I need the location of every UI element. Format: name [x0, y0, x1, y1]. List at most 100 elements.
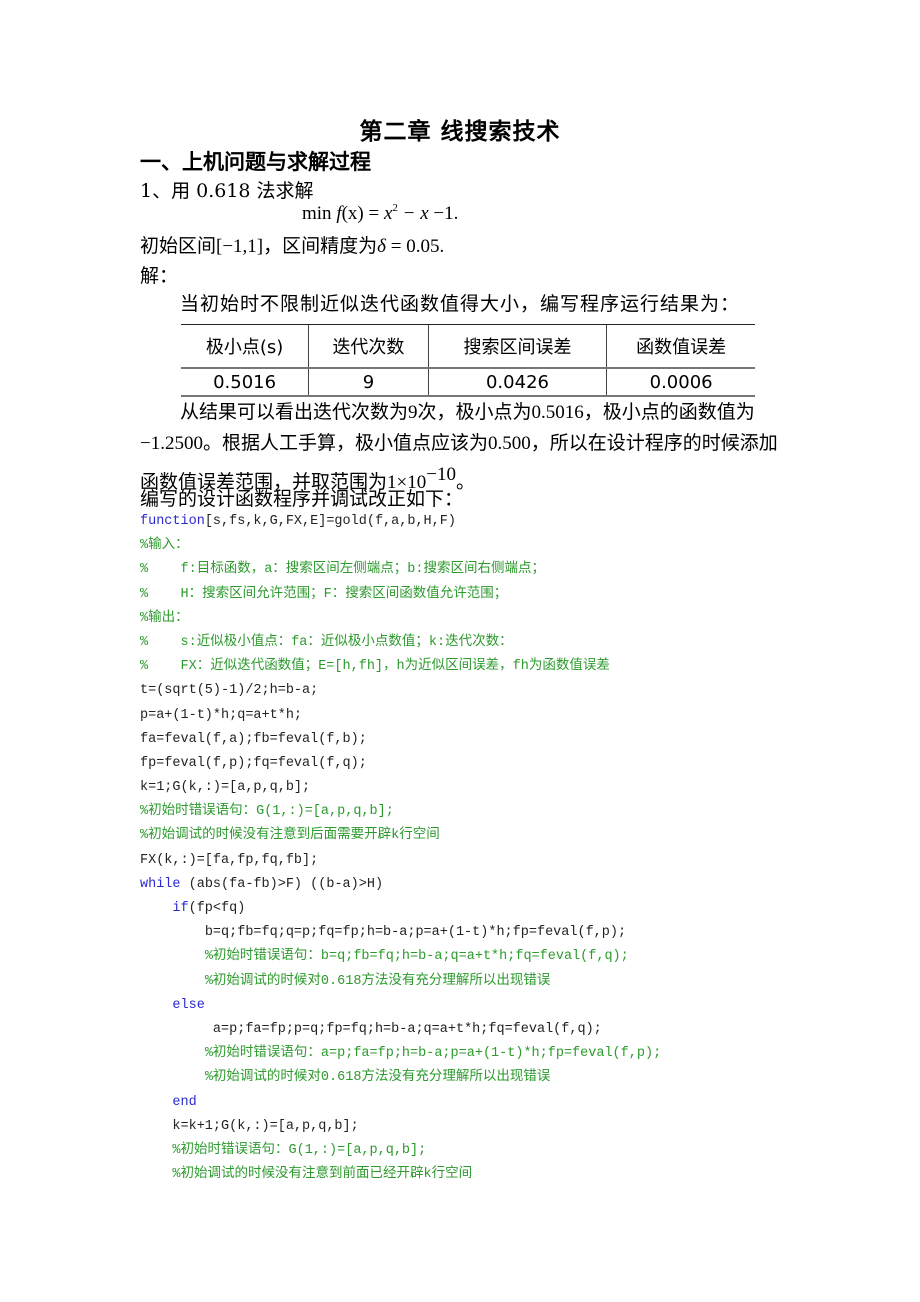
code-line: function[s,fs,k,G,FX,E]=gold(f,a,b,H,F): [140, 510, 661, 534]
precision-label: ，区间精度为: [263, 235, 378, 257]
code-text: t=(sqrt(5)-1)/2;h=b-a;: [140, 683, 319, 699]
code-line: %初始时错误语句：a=p;fa=fp;h=b-a;p=a+(1-t)*h;fp=…: [140, 1042, 661, 1066]
code-keyword: end: [172, 1094, 197, 1110]
code-comment: %输入：: [140, 538, 189, 554]
code-text: [s,fs,k,G,FX,E]=gold(f,a,b,H,F): [204, 514, 456, 529]
interval-value: [−1,1]: [216, 236, 264, 257]
section-heading: 一、上机问题与求解过程: [140, 150, 371, 174]
code-comment: %初始时错误语句：G(1,:)=[a,p,q,b];: [172, 1142, 427, 1158]
header-interval-error: 搜索区间误差: [427, 324, 607, 369]
code-comment: %初始调试的时候对0.618方法没有充分理解所以出现错误: [204, 1070, 551, 1086]
analysis-tolerance-exponent: −10: [426, 464, 456, 485]
code-line: if(fp<fq): [140, 897, 661, 921]
interval-line: 初始区间[−1,1]，区间精度为δ = 0.05.: [140, 231, 444, 258]
header-iterations: 迭代次数: [308, 324, 429, 369]
table-header-row: 极小点(s) 迭代次数 搜索区间误差 函数值误差: [181, 324, 755, 369]
table-row: 0.5016 9 0.0426 0.0006: [181, 368, 755, 397]
code-text: FX(k,:)=[fa,fp,fq,fb];: [140, 852, 319, 868]
analysis-paragraph: 从结果可以看出迭代次数为9次，极小点为0.5016，极小点的函数值为 −1.250…: [140, 397, 780, 498]
code-line: % FX：近似迭代函数值；E=[h,fh]，h为近似区间误差，fh为函数值误差: [140, 655, 661, 679]
solution-label: 解：: [140, 265, 179, 287]
formula-min: min: [302, 203, 337, 224]
document-page: 第二章 线搜索技术 一、上机问题与求解过程 1、用 0.618 法求解 min …: [0, 0, 920, 1302]
code-text: a=p;fa=fp;p=q;fp=fq;h=b-a;q=a+t*h;fq=fev…: [212, 1021, 602, 1037]
analysis-iterations: 9: [408, 402, 418, 423]
code-text: k=1;G(k,:)=[a,p,q,b];: [140, 780, 311, 796]
code-text: (fp<fq): [188, 901, 246, 916]
header-function-error: 函数值误差: [606, 324, 755, 369]
code-comment: %初始时错误语句：G(1,:)=[a,p,q,b];: [140, 804, 394, 820]
code-comment: % f:目标函数，a：搜索区间左侧端点；b:搜索区间右侧端点；: [140, 562, 546, 578]
code-line: b=q;fb=fq;q=p;fq=fp;h=b-a;p=a+(1-t)*h;fp…: [140, 921, 661, 945]
code-line: t=(sqrt(5)-1)/2;h=b-a;: [140, 679, 661, 703]
code-line: %初始调试的时候对0.618方法没有充分理解所以出现错误: [140, 1066, 661, 1090]
code-comment: % s:近似极小值点：fa：近似极小点数值；k:迭代次数：: [140, 634, 513, 650]
code-line: %初始调试的时候对0.618方法没有充分理解所以出现错误: [140, 970, 661, 994]
code-block: function[s,fs,k,G,FX,E]=gold(f,a,b,H,F)%…: [140, 510, 661, 1187]
code-comment: %初始调试的时候没有注意到后面需要开辟k行空间: [140, 828, 440, 844]
code-comment: %初始时错误语句：b=q;fb=fq;h=b-a;q=a+t*h;fq=feva…: [204, 949, 629, 965]
code-line: k=k+1;G(k,:)=[a,p,q,b];: [140, 1115, 661, 1139]
code-keyword: while: [140, 876, 181, 892]
analysis-manual-value: 0.500: [487, 433, 531, 454]
code-text: fp=feval(f,p);fq=feval(f,q);: [140, 755, 367, 771]
analysis-text: 。根据人工手算，极小值点应该为: [202, 432, 488, 454]
code-comment: %输出：: [140, 610, 189, 626]
analysis-text: ，极小点的函数值为: [583, 401, 755, 423]
code-comment: % FX：近似迭代函数值；E=[h,fh]，h为近似区间误差，fh为函数值误差: [140, 659, 610, 675]
cell-iterations: 9: [308, 368, 429, 397]
code-line: else: [140, 994, 661, 1018]
formula-arg: (x) =: [341, 203, 384, 224]
formula-constant: −1.: [428, 203, 459, 224]
interval-label: 初始区间: [140, 235, 217, 257]
code-intro: 编写的设计函数程序并调试改正如下：: [140, 488, 464, 510]
code-line: end: [140, 1091, 661, 1115]
code-text: (abs(fa-fb)>F) ((b-a)>H): [180, 876, 384, 892]
code-text: k=k+1;G(k,:)=[a,p,q,b];: [172, 1118, 359, 1134]
code-line: k=1;G(k,:)=[a,p,q,b];: [140, 776, 661, 800]
code-line: FX(k,:)=[fa,fp,fq,fb];: [140, 849, 661, 873]
code-text: fa=feval(f,a);fb=feval(f,b);: [140, 731, 367, 747]
code-line: %输出：: [140, 607, 661, 631]
code-comment: %初始调试的时候对0.618方法没有充分理解所以出现错误: [204, 973, 551, 989]
cell-interval-error: 0.0426: [427, 368, 607, 397]
header-min-point: 极小点(s): [181, 324, 309, 369]
code-text: p=a+(1-t)*h;q=a+t*h;: [140, 707, 303, 723]
code-line: fp=feval(f,p);fq=feval(f,q);: [140, 752, 661, 776]
analysis-min-point: 0.5016: [531, 402, 584, 423]
intro-sentence: 当初始时不限制近似迭代函数值得大小，编写程序运行结果为：: [180, 293, 741, 315]
code-keyword: function: [140, 514, 205, 529]
code-keyword: else: [172, 997, 205, 1013]
code-line: fa=feval(f,a);fb=feval(f,b);: [140, 728, 661, 752]
analysis-text: 从结果可以看出迭代次数为: [180, 401, 409, 423]
cell-min-point: 0.5016: [181, 368, 309, 397]
code-line: % f:目标函数，a：搜索区间左侧端点；b:搜索区间右侧端点；: [140, 558, 661, 582]
code-line: %初始时错误语句：b=q;fb=fq;h=b-a;q=a+t*h;fq=feva…: [140, 945, 661, 969]
objective-formula: min f(x) = x2 − x −1.: [302, 202, 458, 225]
analysis-text: 次，极小点为: [417, 401, 532, 423]
code-line: %初始调试的时候没有注意到前面已经开辟k行空间: [140, 1163, 661, 1187]
code-line: a=p;fa=fp;p=q;fp=fq;h=b-a;q=a+t*h;fq=fev…: [140, 1018, 661, 1042]
code-text: b=q;fb=fq;q=p;fq=fp;h=b-a;p=a+(1-t)*h;fp…: [204, 925, 627, 941]
problem-statement: 1、用 0.618 法求解: [140, 180, 314, 202]
formula-linear-term: − x: [397, 203, 429, 224]
code-line: % H：搜索区间允许范围；F：搜索区间函数值允许范围；: [140, 583, 661, 607]
code-line: % s:近似极小值点：fa：近似极小点数值；k:迭代次数：: [140, 631, 661, 655]
delta-symbol: δ: [377, 236, 386, 257]
code-comment: % H：搜索区间允许范围；F：搜索区间函数值允许范围；: [140, 586, 508, 602]
code-keyword: if: [172, 901, 189, 916]
cell-function-error: 0.0006: [606, 368, 755, 397]
delta-value: = 0.05.: [386, 236, 445, 257]
code-line: %输入：: [140, 534, 661, 558]
code-line: %初始时错误语句：G(1,:)=[a,p,q,b];: [140, 1139, 661, 1163]
chapter-title: 第二章 线搜索技术: [359, 119, 561, 145]
